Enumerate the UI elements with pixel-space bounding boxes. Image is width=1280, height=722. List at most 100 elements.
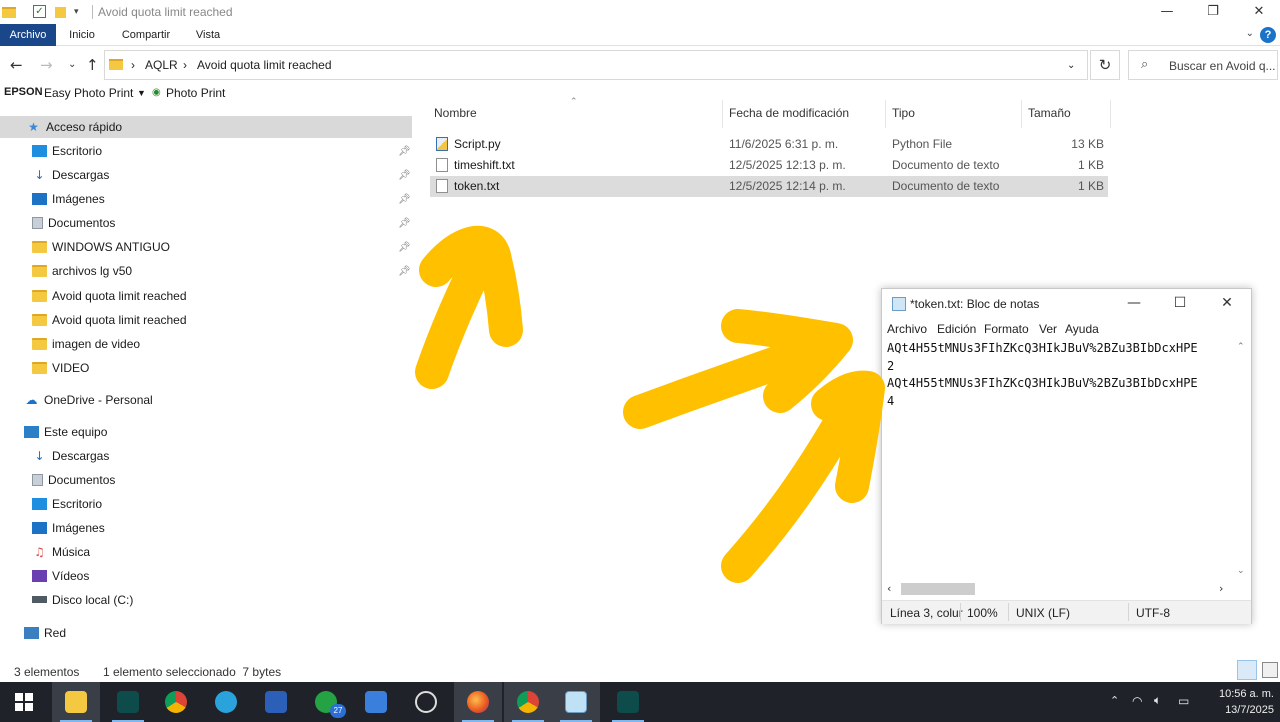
whatsapp-taskbar-icon[interactable]: 27 (302, 682, 350, 722)
notepad-taskbar-icon[interactable] (552, 682, 600, 722)
battery-icon[interactable]: ▭ (1178, 694, 1189, 722)
nav-pc-disco-local[interactable]: Disco local (C:) (32, 589, 133, 611)
show-hidden-icons-icon[interactable]: ⌃ (1110, 694, 1119, 722)
column-header-name[interactable]: Nombre (434, 106, 477, 120)
search-box[interactable]: ⌕ Buscar en Avoid q... (1128, 50, 1278, 80)
nav-quick-access[interactable]: ★ Acceso rápido (0, 116, 412, 138)
nav-item-avoid-quota-2[interactable]: Avoid quota limit reached (32, 309, 187, 331)
system-clock[interactable]: 10:56 a. m. 13/7/2025 (1219, 686, 1274, 718)
scroll-up-icon[interactable]: ⌃ (1237, 342, 1245, 352)
chatgpt-taskbar-icon[interactable] (402, 682, 450, 722)
vertical-scrollbar[interactable]: ⌃ ⌄ (1234, 340, 1250, 580)
file-row-token-txt[interactable]: token.txt 12/5/2025 12:14 p. m. Document… (430, 176, 1108, 197)
wifi-icon[interactable]: ◠ (1132, 694, 1142, 722)
menu-ayuda[interactable]: Ayuda (1065, 322, 1099, 336)
horizontal-scrollbar[interactable]: ‹ › (887, 581, 1233, 597)
address-bar[interactable]: › AQLR › Avoid quota limit reached ⌄ (104, 50, 1088, 80)
nav-pc-imagenes[interactable]: Imágenes (32, 517, 105, 539)
menu-archivo[interactable]: Archivo (887, 322, 927, 336)
scroll-right-icon[interactable]: › (1219, 582, 1223, 595)
nav-this-pc[interactable]: Este equipo (24, 421, 107, 443)
pin-icon[interactable]: 📌︎ (398, 266, 411, 277)
pin-icon[interactable]: 📌︎ (398, 146, 411, 157)
recent-locations-icon[interactable]: ⌄ (68, 59, 76, 70)
nav-pc-videos[interactable]: Vídeos (32, 565, 89, 587)
firefox-taskbar-icon[interactable] (454, 682, 502, 722)
customize-quick-access-icon[interactable]: ▾ (74, 6, 90, 22)
new-folder-icon[interactable] (54, 4, 70, 20)
maximize-button[interactable]: ❐ (1190, 2, 1236, 22)
column-header-type[interactable]: Tipo (892, 106, 915, 120)
easy-photo-print-button[interactable]: Easy Photo Print (44, 86, 133, 100)
notepad-maximize-button[interactable]: ☐ (1165, 295, 1195, 311)
dropdown-arrow-icon[interactable]: ▼ (137, 88, 146, 98)
nav-item-escritorio[interactable]: Escritorio (32, 140, 102, 162)
start-button[interactable] (0, 682, 48, 722)
up-arrow-icon[interactable]: ↑ (86, 56, 99, 74)
chrome-taskbar-icon[interactable] (152, 682, 200, 722)
nav-item-avoid-quota-1[interactable]: Avoid quota limit reached (32, 285, 187, 307)
nav-onedrive[interactable]: ☁ OneDrive - Personal (24, 389, 153, 411)
file-explorer-taskbar-icon[interactable] (52, 682, 100, 722)
breadcrumb-aqlr[interactable]: AQLR (145, 58, 178, 72)
nav-pc-musica[interactable]: ♫ Música (32, 541, 90, 563)
pin-icon[interactable]: 📌︎ (398, 194, 411, 205)
nav-item-archivos-lg-v50[interactable]: archivos lg v50 (32, 260, 132, 282)
breadcrumb-separator-icon[interactable]: › (131, 58, 135, 72)
word-taskbar-icon[interactable] (252, 682, 300, 722)
refresh-button[interactable]: ↻ (1090, 50, 1120, 80)
chrome-profile-taskbar-icon[interactable] (504, 682, 552, 722)
column-divider[interactable] (1021, 100, 1022, 128)
help-icon[interactable]: ? (1260, 27, 1276, 43)
pin-icon[interactable]: 📌︎ (398, 218, 411, 229)
nav-item-imagen-de-video[interactable]: imagen de video (32, 333, 140, 355)
scroll-left-icon[interactable]: ‹ (887, 582, 891, 595)
volume-icon[interactable]: 🔈︎ (1154, 693, 1161, 722)
filmora-2-taskbar-icon[interactable] (604, 682, 652, 722)
column-divider[interactable] (722, 100, 723, 128)
notepad-text-area[interactable]: AQt4H55tMNUs3FIhZKcQ3HIkJBuV%2BZu3BIbDcx… (887, 340, 1232, 580)
large-icons-view-icon[interactable] (1262, 662, 1278, 678)
menu-edicion[interactable]: Edición (937, 322, 976, 336)
nav-item-video[interactable]: VIDEO (32, 357, 89, 379)
address-dropdown-icon[interactable]: ⌄ (1067, 60, 1075, 71)
close-button[interactable]: ✕ (1236, 2, 1280, 22)
microsoft-store-taskbar-icon[interactable] (352, 682, 400, 722)
search-input[interactable]: Buscar en Avoid q... (1169, 59, 1276, 73)
column-divider[interactable] (885, 100, 886, 128)
column-header-date[interactable]: Fecha de modificación (729, 106, 849, 120)
breadcrumb-current[interactable]: Avoid quota limit reached (197, 58, 332, 72)
nav-network[interactable]: Red (24, 622, 66, 644)
tab-compartir[interactable]: Compartir (114, 24, 178, 46)
back-arrow-icon[interactable]: ← (10, 56, 23, 74)
photo-print-button[interactable]: Photo Print (166, 86, 225, 100)
tab-inicio[interactable]: Inicio (60, 24, 104, 46)
file-row-script-py[interactable]: Script.py 11/6/2025 6:31 p. m. Python Fi… (430, 134, 1108, 155)
nav-pc-documentos[interactable]: Documentos (32, 469, 115, 491)
scroll-down-icon[interactable]: ⌄ (1237, 566, 1245, 576)
nav-item-imagenes[interactable]: Imágenes (32, 188, 105, 210)
notepad-minimize-button[interactable]: — (1119, 295, 1149, 311)
tab-vista[interactable]: Vista (188, 24, 228, 46)
notepad-close-button[interactable]: ✕ (1212, 295, 1242, 311)
nav-pc-descargas[interactable]: ↓ Descargas (32, 445, 109, 467)
filmora-taskbar-icon[interactable] (104, 682, 152, 722)
nav-pc-escritorio[interactable]: Escritorio (32, 493, 102, 515)
minimize-button[interactable]: — (1144, 2, 1190, 22)
forward-arrow-icon[interactable]: → (40, 56, 53, 74)
breadcrumb-separator-icon[interactable]: › (183, 58, 187, 72)
nav-item-windows-antiguo[interactable]: WINDOWS ANTIGUO (32, 236, 170, 258)
nav-item-descargas[interactable]: ↓ Descargas (32, 164, 109, 186)
nav-item-documentos[interactable]: Documentos (32, 212, 115, 234)
pin-icon[interactable]: 📌︎ (398, 242, 411, 253)
file-row-timeshift-txt[interactable]: timeshift.txt 12/5/2025 12:13 p. m. Docu… (430, 155, 1108, 176)
column-divider[interactable] (1110, 100, 1111, 128)
horizontal-scroll-thumb[interactable] (901, 583, 975, 595)
chevron-down-icon[interactable]: ⌄ (1246, 28, 1254, 39)
tab-archivo[interactable]: Archivo (0, 24, 56, 46)
menu-formato[interactable]: Formato (984, 322, 1029, 336)
telegram-taskbar-icon[interactable] (202, 682, 250, 722)
properties-icon[interactable]: ✓ (32, 4, 48, 20)
pin-icon[interactable]: 📌︎ (398, 170, 411, 181)
details-view-icon[interactable] (1237, 660, 1257, 680)
